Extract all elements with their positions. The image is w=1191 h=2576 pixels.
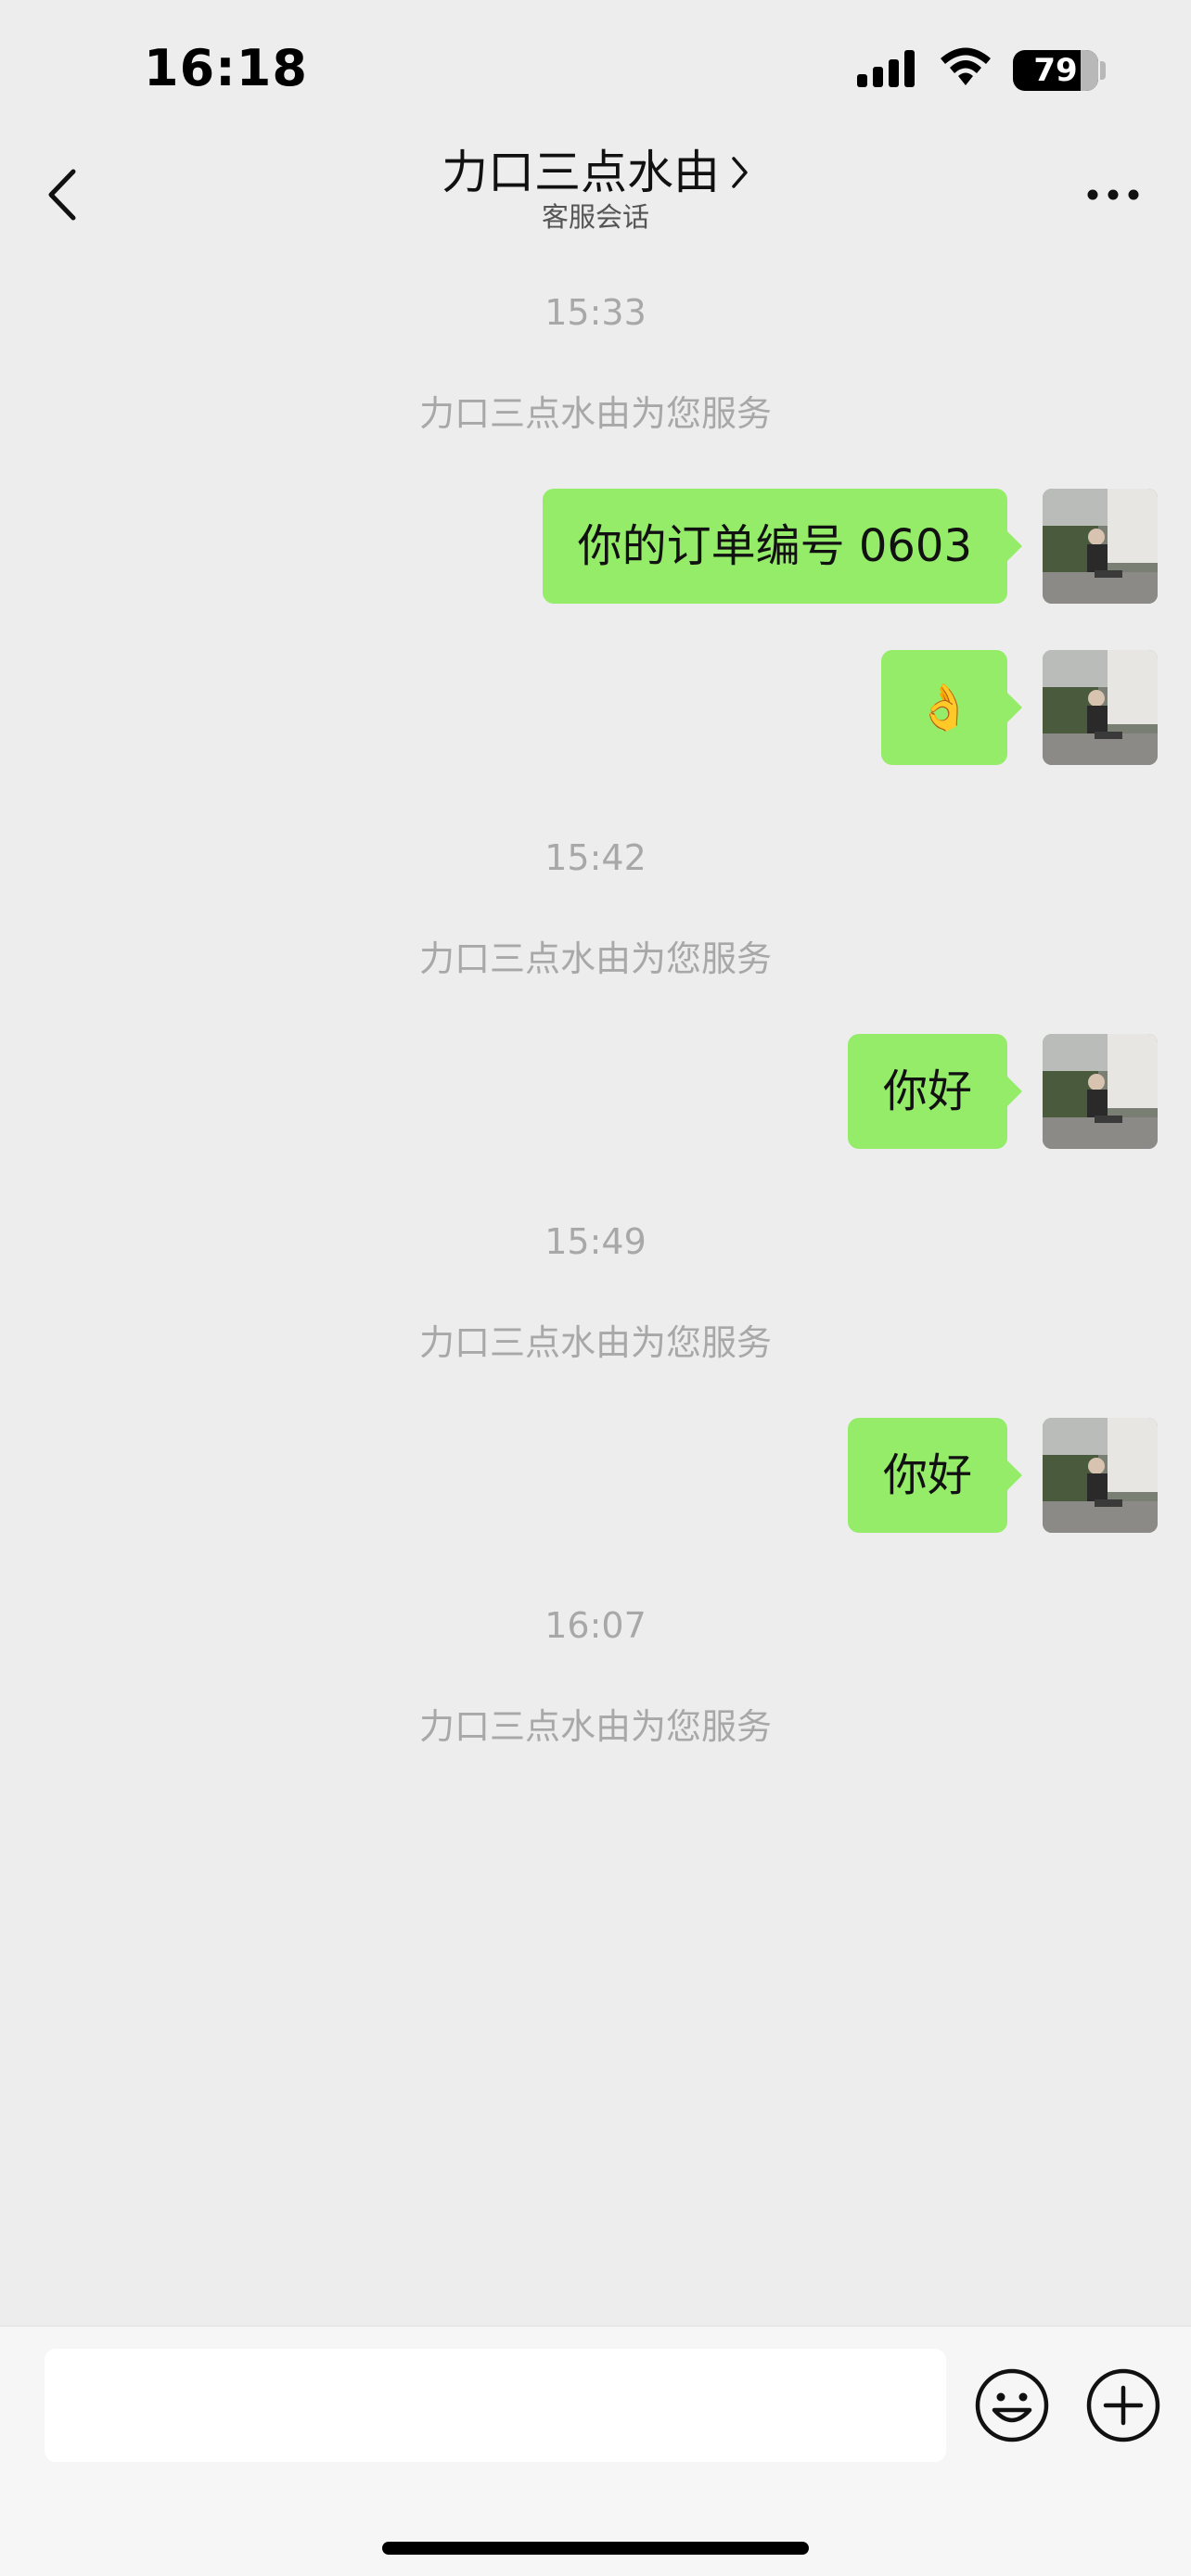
service-notice: 力口三点水由为您服务 [418,938,772,979]
avatar-photo [1043,489,1158,604]
message-timestamp: 15:49 [544,1221,647,1262]
wifi-icon [941,47,991,85]
more-options-button[interactable] [1076,167,1150,223]
avatar-photo [1043,1034,1158,1149]
avatar[interactable] [1043,650,1158,765]
message-bubble[interactable]: 你的订单编号 0603 [542,489,1023,604]
outgoing-message-row: 你的订单编号 0603 [542,489,1158,604]
home-indicator [382,2542,809,2555]
page-title: 力口三点水由 [442,146,720,199]
chevron-left-icon [48,169,76,221]
input-bar [0,2326,1191,2576]
back-button[interactable] [33,158,89,232]
emoji-button[interactable] [974,2367,1050,2443]
chat-messages[interactable]: 15:33 力口三点水由为您服务 你的订单编号 0603 👌 15:42 力口三… [0,260,1191,2327]
page-subtitle: 客服会话 [541,201,649,233]
message-bubble[interactable]: 你好 [847,1034,1023,1149]
message-input[interactable] [45,2349,946,2462]
battery-empty-portion [1080,50,1098,91]
nav-bar: 力口三点水由 客服会话 [0,130,1191,260]
avatar[interactable] [1043,1418,1158,1533]
message-timestamp: 15:42 [544,837,647,878]
avatar-photo [1043,1418,1158,1533]
avatar[interactable] [1043,1034,1158,1149]
cellular-signal-icon [857,50,915,87]
battery-level: 79 [1033,52,1078,89]
status-bar: 16:18 79 [0,0,1191,130]
outgoing-message-row: 你好 [847,1418,1158,1533]
avatar-photo [1043,650,1158,765]
message-timestamp: 16:07 [544,1605,647,1646]
service-notice: 力口三点水由为您服务 [418,1706,772,1747]
plus-circle-icon [1086,2368,1160,2442]
chevron-right-icon [732,157,748,188]
message-bubble[interactable]: 👌 [881,650,1022,765]
chat-title-button[interactable]: 力口三点水由 [442,143,749,202]
service-notice: 力口三点水由为您服务 [418,1322,772,1363]
avatar[interactable] [1043,489,1158,604]
battery-tip [1100,61,1106,80]
ellipsis-icon [1087,189,1139,200]
service-notice: 力口三点水由为您服务 [418,393,772,434]
smiley-icon [975,2368,1049,2442]
battery-indicator: 79 [1013,50,1098,91]
outgoing-message-row: 你好 [847,1034,1158,1149]
chat-title-block: 力口三点水由 客服会话 [317,143,874,234]
message-bubble[interactable]: 你好 [847,1418,1023,1533]
message-timestamp: 15:33 [544,292,647,333]
more-actions-button[interactable] [1085,2367,1161,2443]
outgoing-message-row: 👌 [881,650,1158,765]
status-time: 16:18 [144,39,308,97]
